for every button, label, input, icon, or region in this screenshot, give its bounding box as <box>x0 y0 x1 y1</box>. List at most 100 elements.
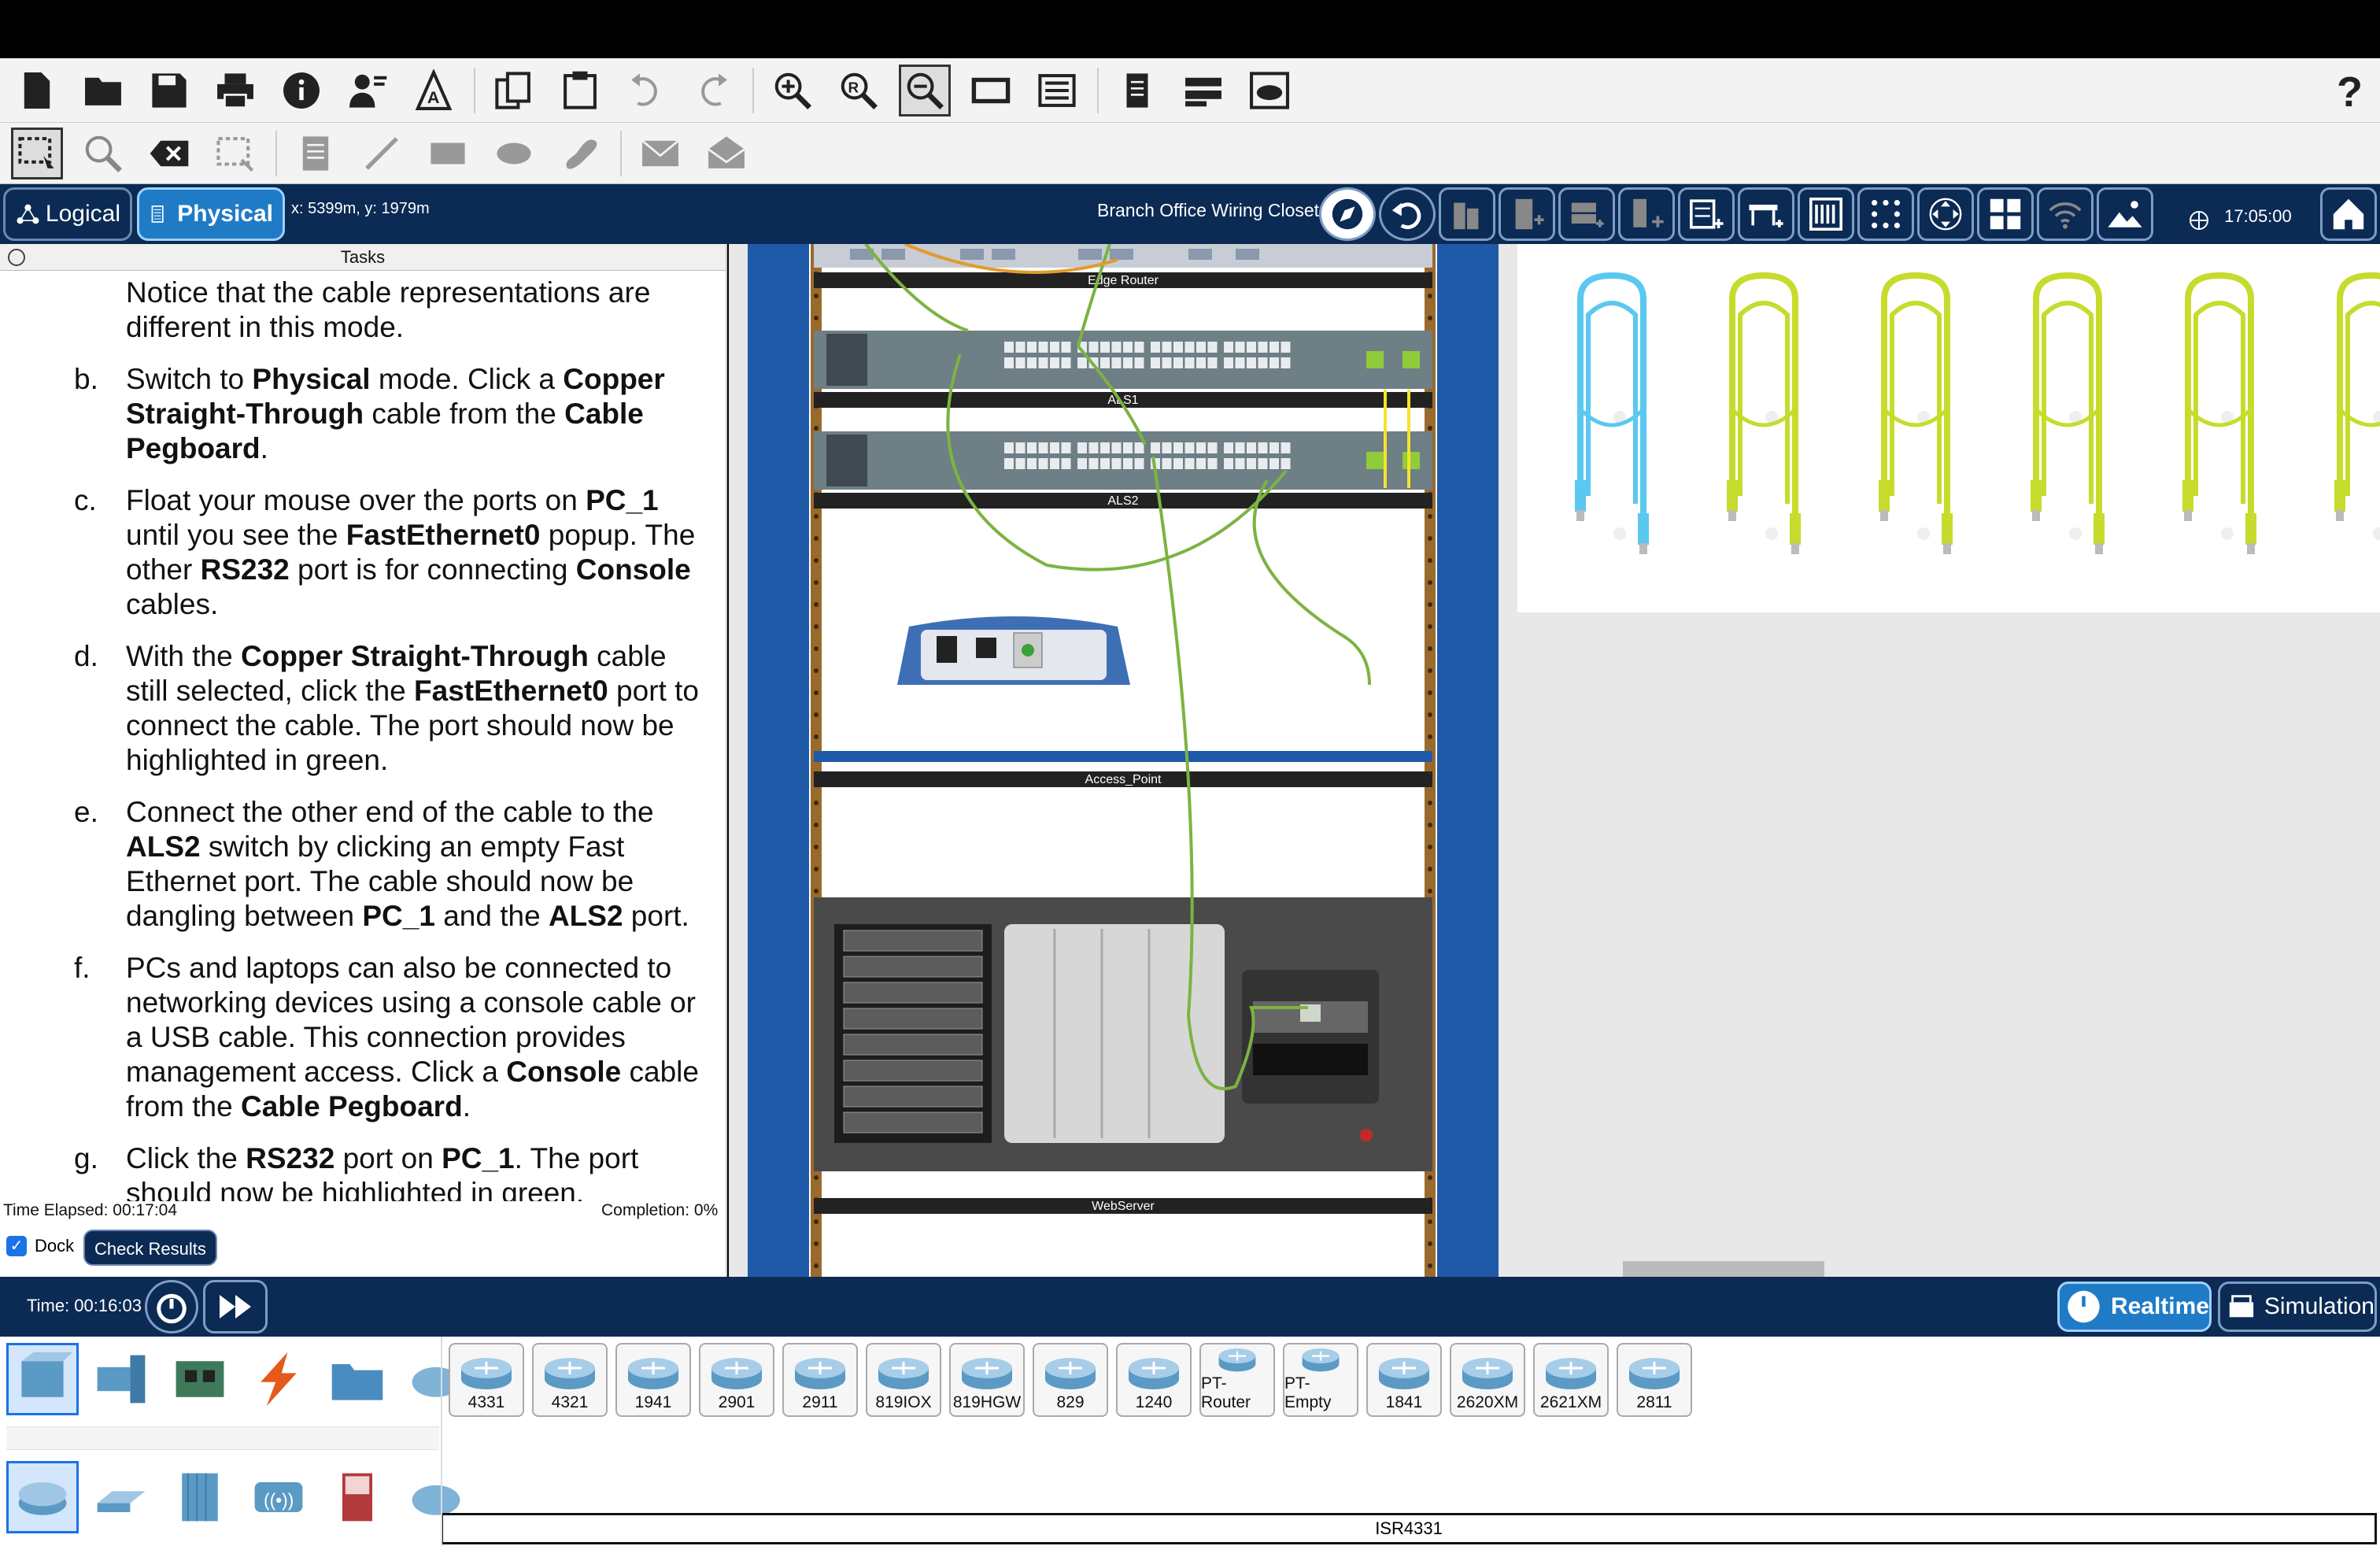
switch-port[interactable] <box>1269 442 1279 453</box>
uplink-port[interactable] <box>1402 351 1420 368</box>
switch-port[interactable] <box>1173 442 1183 453</box>
switch-port[interactable] <box>1061 442 1071 453</box>
switch-port[interactable] <box>1123 342 1133 353</box>
router-model-2620xm[interactable]: 2620XM <box>1450 1343 1525 1417</box>
save-icon[interactable] <box>143 65 195 117</box>
switch-port[interactable] <box>1061 342 1071 353</box>
switch-port[interactable] <box>1207 442 1218 453</box>
switch-port[interactable] <box>1077 458 1087 469</box>
switch-port[interactable] <box>1235 357 1245 368</box>
dock-checkbox[interactable]: ✓ Dock <box>6 1236 74 1256</box>
draw-rectangle-icon[interactable] <box>422 128 474 179</box>
zoom-in-icon[interactable] <box>767 65 819 117</box>
select-tool-icon[interactable] <box>11 127 63 179</box>
components-category[interactable] <box>164 1343 236 1415</box>
router-model-4321[interactable]: 4321 <box>532 1343 608 1417</box>
switch-port[interactable] <box>1061 458 1071 469</box>
switch-port[interactable] <box>1258 357 1268 368</box>
pegboard-cable[interactable] <box>1727 272 1801 554</box>
router-model-2811[interactable]: 2811 <box>1617 1343 1692 1417</box>
new-table-icon[interactable] <box>1738 187 1794 241</box>
switch-port[interactable] <box>1100 357 1110 368</box>
switch-port[interactable] <box>1027 357 1037 368</box>
switch-port[interactable] <box>1004 442 1014 453</box>
switch-port[interactable] <box>1134 458 1144 469</box>
redo-icon[interactable] <box>686 65 738 117</box>
hubs-category[interactable] <box>164 1461 236 1533</box>
switch-port[interactable] <box>1184 342 1195 353</box>
switch-port[interactable] <box>1050 458 1059 469</box>
list-view-icon[interactable] <box>1031 65 1083 117</box>
switch-port[interactable] <box>1077 357 1087 368</box>
switch-port[interactable] <box>1151 357 1160 368</box>
pegboard-cable[interactable] <box>1575 272 1649 554</box>
switch-port[interactable] <box>1151 442 1160 453</box>
background-image-icon[interactable] <box>2097 187 2153 241</box>
rectangle-view-icon[interactable] <box>965 65 1017 117</box>
switch-port[interactable] <box>1027 342 1037 353</box>
switch-port[interactable] <box>1100 458 1110 469</box>
routers-category[interactable] <box>6 1461 79 1533</box>
switch-port[interactable] <box>1196 342 1206 353</box>
switch-port[interactable] <box>1111 342 1122 353</box>
switch-port[interactable] <box>1134 357 1144 368</box>
add-simple-pdu-icon[interactable] <box>634 128 686 179</box>
switch-port[interactable] <box>1111 442 1122 453</box>
pegboard-cable[interactable] <box>2334 272 2380 554</box>
wireless-icon[interactable] <box>2037 187 2094 241</box>
switch-port[interactable] <box>1111 458 1122 469</box>
switch-port[interactable] <box>1235 458 1245 469</box>
undo-icon[interactable] <box>620 65 672 117</box>
switch-port[interactable] <box>1162 442 1172 453</box>
end-devices-category[interactable] <box>85 1343 157 1415</box>
switch-port[interactable] <box>1038 458 1048 469</box>
switch-port[interactable] <box>1004 458 1014 469</box>
switch-port[interactable] <box>1038 342 1048 353</box>
switch-port[interactable] <box>1224 357 1233 368</box>
switch-port[interactable] <box>1173 342 1183 353</box>
switch-port[interactable] <box>1004 357 1014 368</box>
network-devices-category[interactable] <box>6 1343 79 1415</box>
new-rack-icon[interactable] <box>1618 187 1675 241</box>
security-category[interactable] <box>321 1461 394 1533</box>
reset-time-icon[interactable] <box>145 1280 198 1333</box>
new-building-icon[interactable] <box>1499 187 1555 241</box>
switch-port[interactable] <box>1173 357 1183 368</box>
activity-wizard-icon[interactable]: A <box>408 65 460 117</box>
new-closet-icon[interactable] <box>1558 187 1615 241</box>
switch-port[interactable] <box>1088 442 1099 453</box>
cable-pegboard-icon[interactable] <box>1798 187 1854 241</box>
print-icon[interactable] <box>209 65 261 117</box>
switch-port[interactable] <box>1027 442 1037 453</box>
uplink-port[interactable] <box>1402 452 1420 469</box>
grid-icon[interactable] <box>1857 187 1914 241</box>
device-template-icon[interactable] <box>1177 65 1229 117</box>
router-model-2911[interactable]: 2911 <box>782 1343 858 1417</box>
home-icon[interactable] <box>2320 187 2377 241</box>
move-icon[interactable] <box>1917 187 1974 241</box>
switch-port[interactable] <box>1111 357 1122 368</box>
switch-port[interactable] <box>1247 342 1256 353</box>
switch-port[interactable] <box>1100 442 1110 453</box>
info-icon[interactable] <box>275 65 327 117</box>
switch-port[interactable] <box>1134 342 1144 353</box>
minimize-icon[interactable] <box>8 249 25 266</box>
open-folder-icon[interactable] <box>77 65 129 117</box>
router-model-819hgw[interactable]: 819HGW <box>949 1343 1025 1417</box>
switch-port[interactable] <box>1173 458 1183 469</box>
pegboard-cable[interactable] <box>2031 272 2105 554</box>
switch-port[interactable] <box>1224 342 1233 353</box>
switch-port[interactable] <box>1247 458 1256 469</box>
copy-icon[interactable] <box>488 65 540 117</box>
delete-tool-icon[interactable] <box>143 128 195 179</box>
switch-port[interactable] <box>1162 342 1172 353</box>
switch-port[interactable] <box>1151 342 1160 353</box>
router-model-pt-router[interactable]: PT-Router <box>1199 1343 1275 1417</box>
freeform-tool-icon[interactable] <box>554 128 606 179</box>
switch-port[interactable] <box>1258 458 1268 469</box>
new-city-icon[interactable] <box>1439 187 1495 241</box>
switch-port[interactable] <box>1196 357 1206 368</box>
wireless-devices-category[interactable]: ((•)) <box>242 1461 315 1533</box>
router-model-1941[interactable]: 1941 <box>615 1343 691 1417</box>
switch-port[interactable] <box>1281 357 1291 368</box>
